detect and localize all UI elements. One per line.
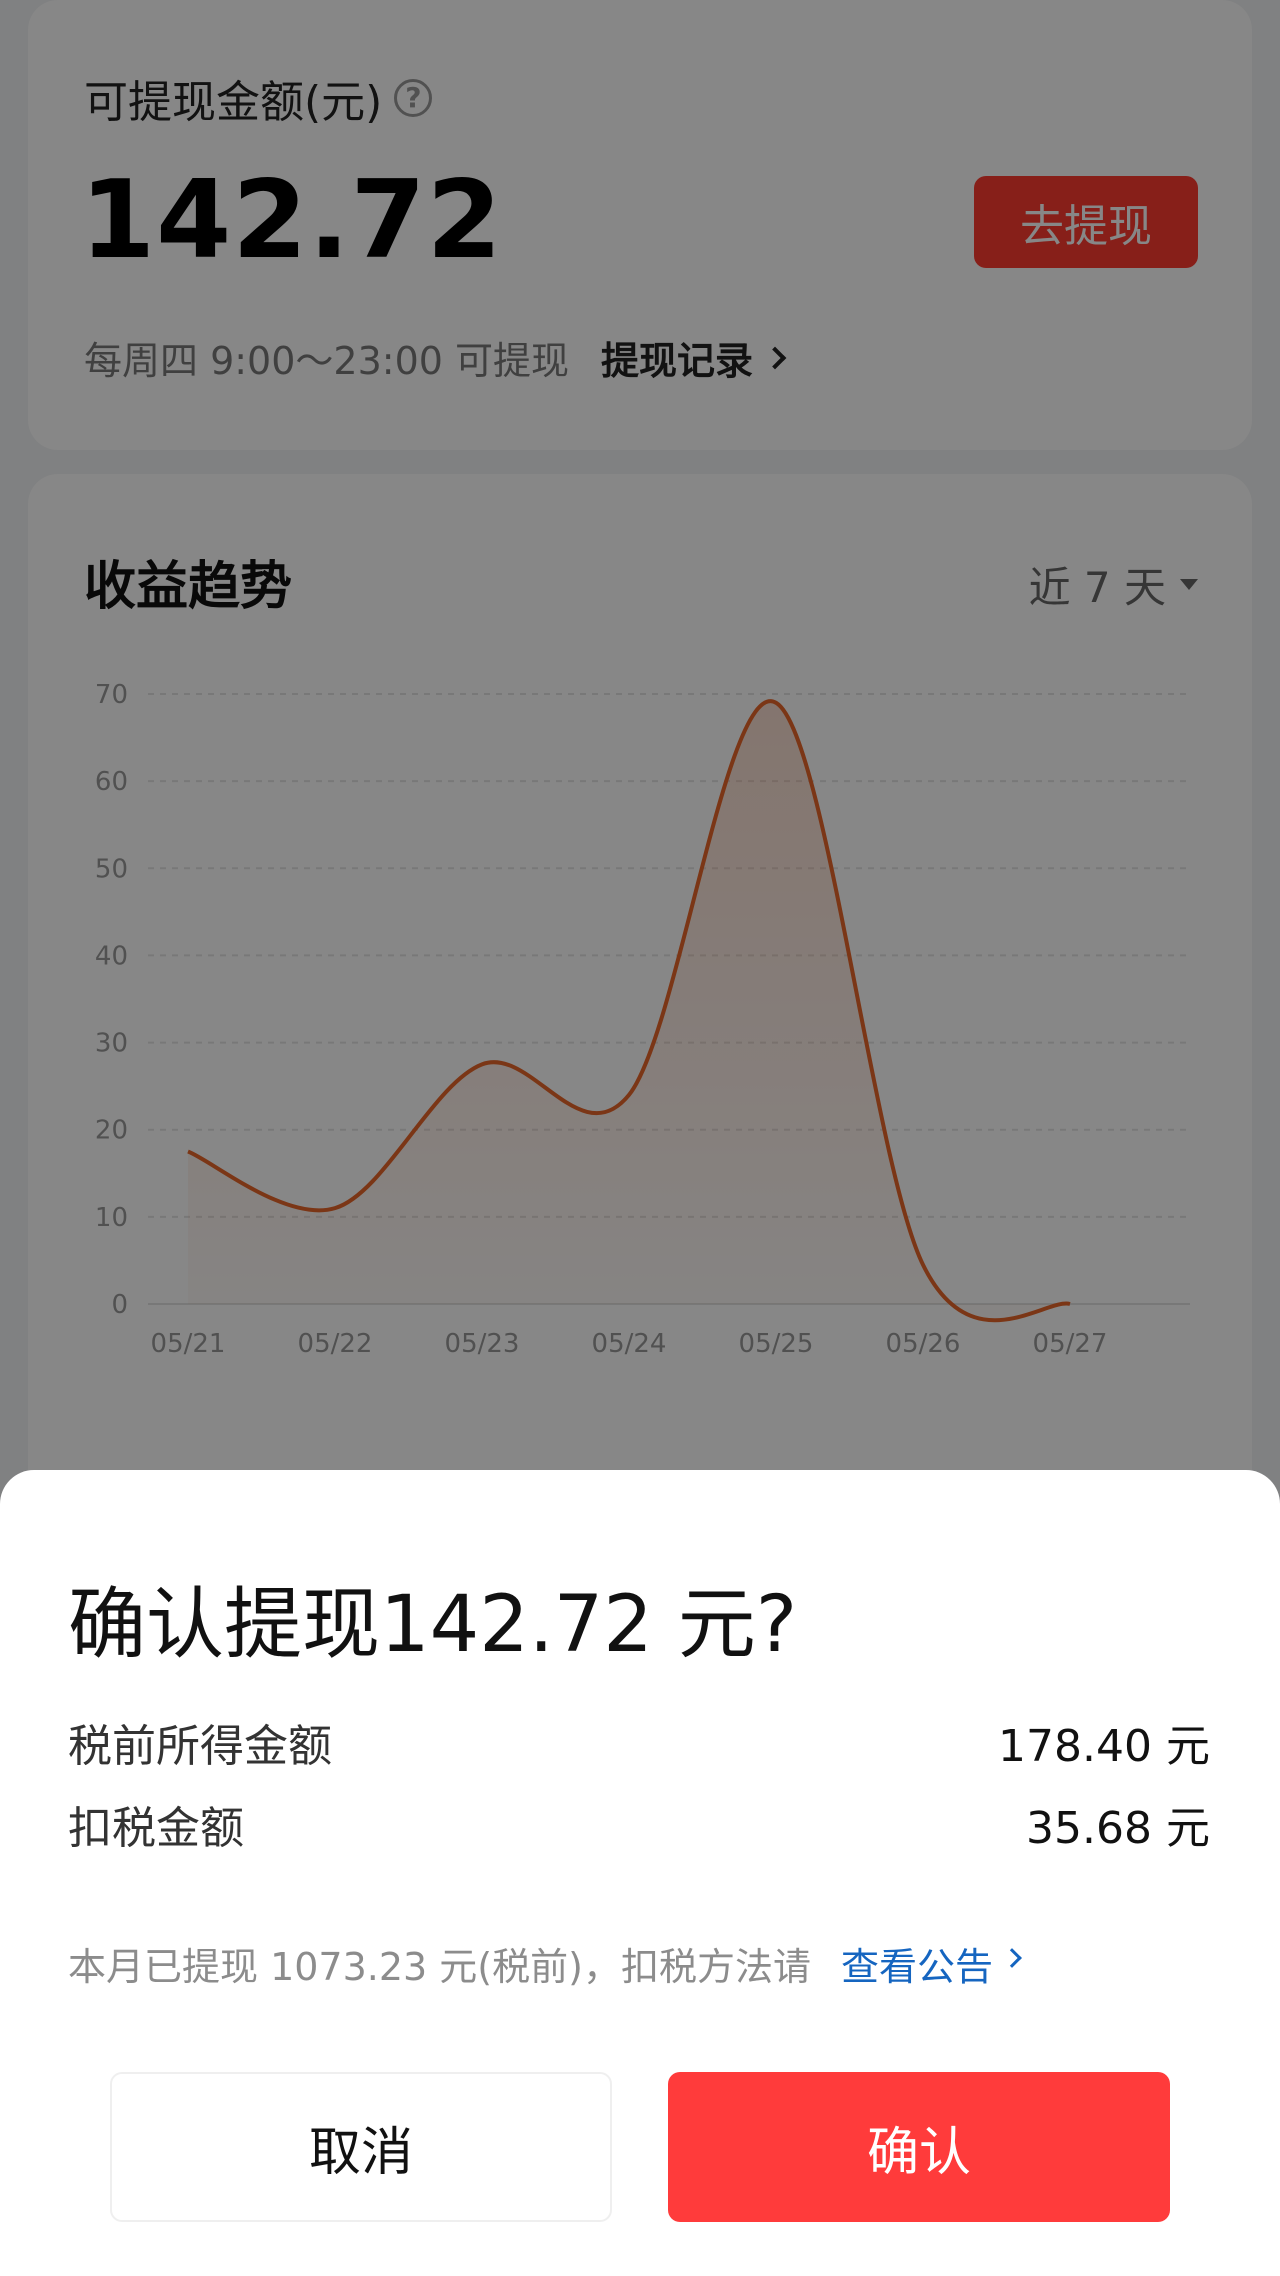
dialog-title: 确认提现142.72 元? [68, 1580, 798, 1670]
tax-note: 本月已提现 1073.23 元(税前)，扣税方法请 查看公告 [68, 1936, 1022, 1991]
tax-note-text: 本月已提现 1073.23 元(税前)，扣税方法请 [68, 1945, 811, 1989]
tax-amount-row: 扣税金额 35.68 元 [68, 1792, 1210, 1856]
pretax-amount-row: 税前所得金额 178.40 元 [68, 1710, 1210, 1774]
chevron-right-icon [1002, 1947, 1022, 1968]
view-announcement-label: 查看公告 [840, 1945, 993, 1989]
tax-amount-value: 35.68 元 [1026, 1803, 1210, 1854]
view-announcement-link[interactable]: 查看公告 [840, 1936, 1022, 1991]
confirm-button[interactable]: 确认 [668, 2072, 1170, 2222]
pretax-amount-label: 税前所得金额 [68, 1721, 332, 1772]
confirm-withdraw-sheet: 确认提现142.72 元? 税前所得金额 178.40 元 扣税金额 35.68… [0, 1470, 1280, 2276]
pretax-amount-value: 178.40 元 [998, 1721, 1210, 1772]
withdraw-page: 可提现金额(元) ? 142.72 去提现 每周四 9:00～23:00 可提现… [0, 0, 1280, 2276]
cancel-button[interactable]: 取消 [110, 2072, 612, 2222]
tax-amount-label: 扣税金额 [68, 1803, 244, 1854]
